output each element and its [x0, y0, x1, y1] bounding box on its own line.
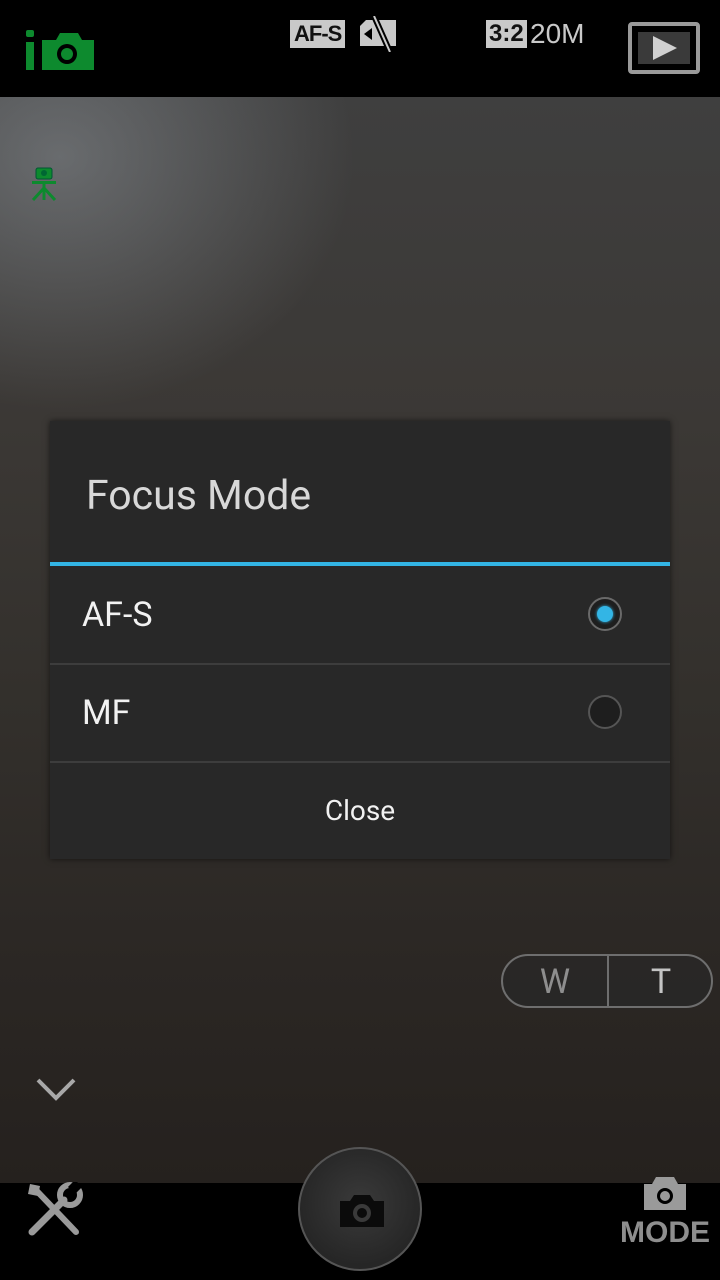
intelligent-auto-camera-icon[interactable] [24, 28, 98, 72]
option-af-s[interactable]: AF-S [50, 566, 670, 663]
mode-button[interactable]: MODE [620, 1174, 710, 1250]
zoom-tele-button[interactable]: T [609, 956, 713, 1006]
camera-icon [340, 1195, 384, 1227]
option-label: AF-S [82, 595, 153, 635]
aspect-ratio-indicator: 3:2 [486, 20, 527, 48]
dialog-title: Focus Mode [86, 472, 312, 520]
zoom-control: W T [501, 954, 713, 1008]
zoom-wide-button[interactable]: W [503, 956, 607, 1006]
option-label: MF [82, 693, 131, 733]
focus-mode-indicator: AF-S [290, 20, 346, 48]
no-memory-card-icon [360, 16, 396, 52]
playback-button[interactable] [628, 22, 700, 74]
option-mf[interactable]: MF [50, 664, 670, 761]
shutter-button[interactable] [298, 1147, 422, 1271]
radio-unselected[interactable] [588, 695, 622, 729]
mode-label: MODE [620, 1216, 710, 1249]
resolution-indicator: 20M [530, 18, 585, 49]
focus-mode-dialog: Focus Mode AF-S MF Close [50, 421, 670, 859]
top-status-bar: AF-S 3:2 20M [0, 0, 720, 97]
tripod-icon [31, 167, 57, 202]
radio-selected[interactable] [588, 597, 622, 631]
camera-icon [644, 1177, 686, 1210]
wrench-screwdriver-icon[interactable] [26, 1182, 86, 1240]
chevron-down-icon[interactable] [34, 1074, 78, 1104]
close-button[interactable]: Close [50, 762, 670, 859]
